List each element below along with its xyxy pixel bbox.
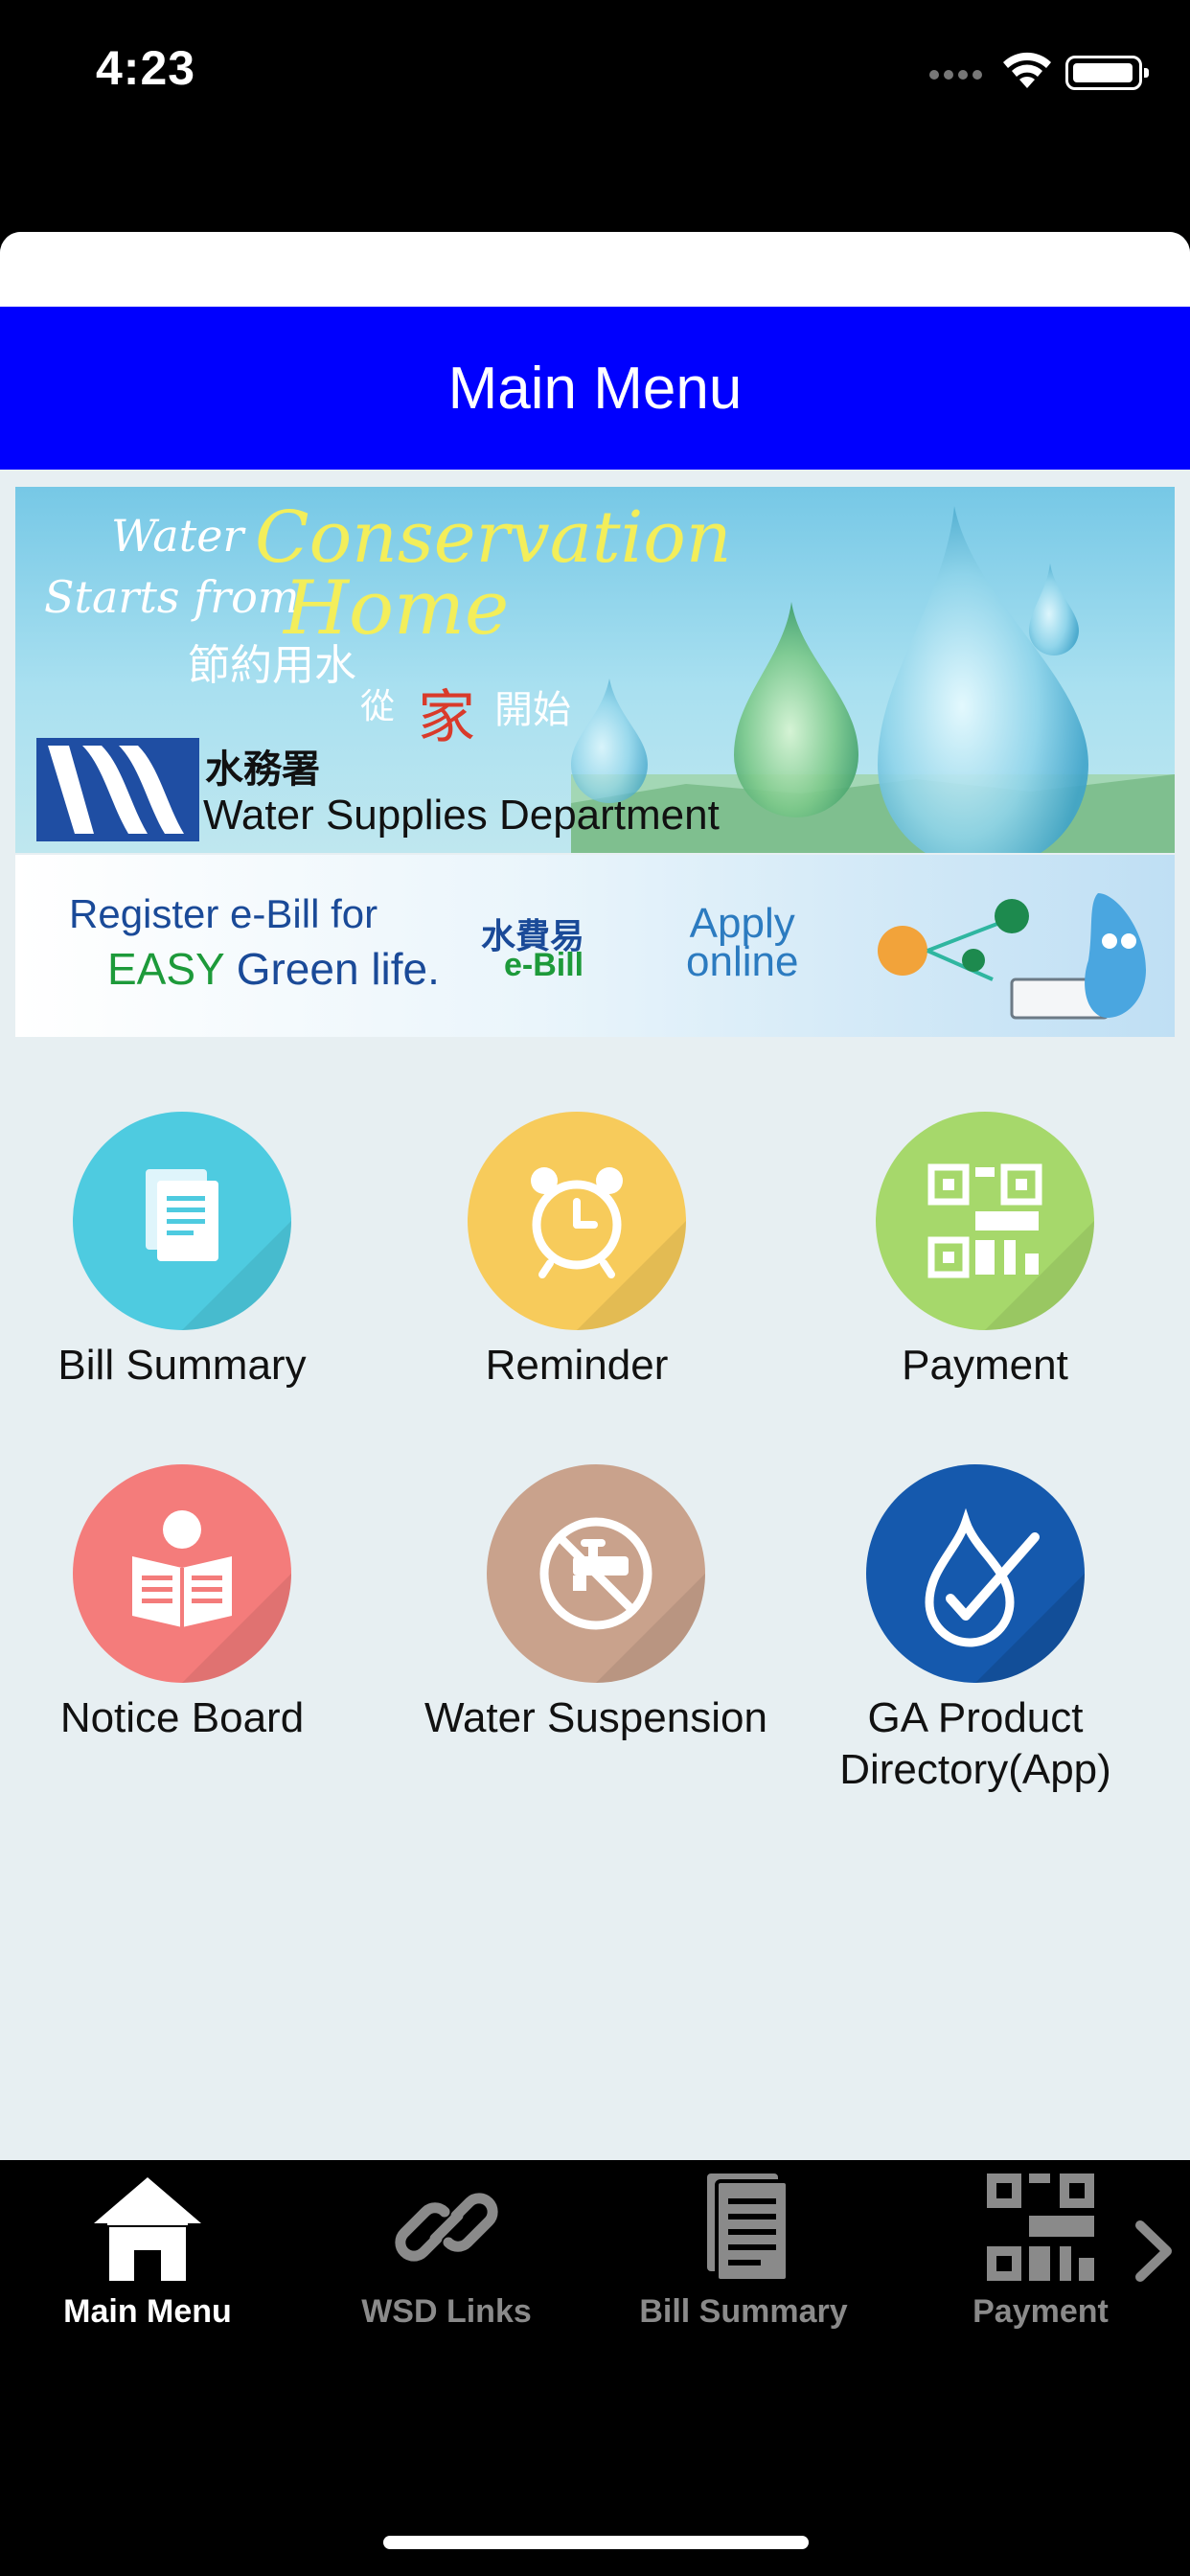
sheet-top-bar [0,232,1190,307]
wifi-icon [1003,52,1051,88]
banner-text-water: Water [111,510,244,562]
link-icon [395,2193,498,2262]
menu-label-bill-summary: Bill Summary [57,1342,307,1389]
banner-dept-english: Water Supplies Department [203,792,720,839]
menu-item-bill-summary[interactable]: Bill Summary [0,1112,374,1392]
apply-line-1: Apply [689,900,795,947]
banner-text-chinese-2: 從 [360,687,396,726]
status-bar: 4:23 [0,0,1190,144]
apply-line-2: online [686,938,799,985]
menu-item-notice-board[interactable]: Notice Board [0,1464,374,1744]
banner-dept-chinese: 水務署 [205,748,320,792]
qr-code-icon [987,2174,1094,2281]
menu-item-water-suspension[interactable]: Water Suspension [404,1464,788,1744]
banner-text-green-life: Green life. [236,944,440,994]
qr-code-icon [876,1112,1094,1330]
water-drop-check-icon [866,1464,1085,1683]
newspaper-reader-icon [73,1464,291,1683]
ebill-logo: e-Bill [504,947,584,983]
mascot-laptop-illustration [878,893,1146,1020]
menu-label-notice-board: Notice Board [59,1694,305,1741]
home-indicator[interactable] [383,2536,809,2549]
alarm-clock-icon [468,1112,686,1330]
water-conservation-banner[interactable]: Water Conservation Starts from Home 節約用水… [15,487,1175,853]
ebill-banner[interactable]: Register e-Bill for EASY Green life. 水費易… [15,855,1175,1037]
menu-label-payment: Payment [902,1342,1068,1389]
tab-bill-summary[interactable]: Bill Summary [600,2170,887,2331]
menu-item-payment[interactable]: Payment [793,1112,1177,1392]
banner-text-chinese-1: 節約用水 [188,641,356,690]
bill-summary-icon [73,1112,291,1330]
tab-label-wsd-links: WSD Links [361,2293,532,2330]
ga-label-line-1: GA Product [867,1694,1084,1741]
document-icon [707,2174,790,2283]
banner-text-chinese-4: 開始 [494,688,571,732]
banner-text-register-ebill: Register e-Bill for [69,891,378,936]
bottom-tab-bar: Main Menu WSD Links Bill Summary Payment [0,2160,1190,2576]
wsd-logo-icon [36,738,199,841]
tab-label-bill-summary: Bill Summary [639,2293,848,2330]
banner-text-chinese-3: 家 [418,684,475,751]
tab-label-payment: Payment [973,2293,1109,2330]
page-title: Main Menu [0,307,1190,470]
tab-main-menu[interactable]: Main Menu [4,2170,291,2331]
chevron-right-icon[interactable] [1131,2218,1179,2285]
status-time: 4:23 [96,41,196,95]
tab-label-main-menu: Main Menu [63,2293,232,2330]
cellular-signal-icon [929,67,987,84]
banner-text-easy: EASY [107,944,224,994]
menu-label-ga-product-directory: GA Product Directory(App) [784,1692,1167,1796]
banner-text-easy-green-life: EASY Green life. [107,943,440,995]
menu-item-reminder[interactable]: Reminder [385,1112,768,1392]
menu-label-water-suspension: Water Suspension [424,1694,767,1741]
menu-label-reminder: Reminder [485,1342,669,1389]
banner-text-starts-from: Starts from [44,571,300,623]
ga-label-line-2: Directory(App) [839,1746,1111,1793]
main-sheet: Main Menu Water Conservation Starts from… [0,232,1190,2160]
menu-item-ga-product-directory[interactable]: GA Product Directory(App) [784,1464,1167,1796]
no-water-tap-icon [487,1464,705,1683]
tab-wsd-links[interactable]: WSD Links [303,2170,590,2331]
battery-icon [1065,56,1149,90]
home-icon [94,2177,201,2281]
banner-text-apply-online: Apply online [686,900,799,985]
